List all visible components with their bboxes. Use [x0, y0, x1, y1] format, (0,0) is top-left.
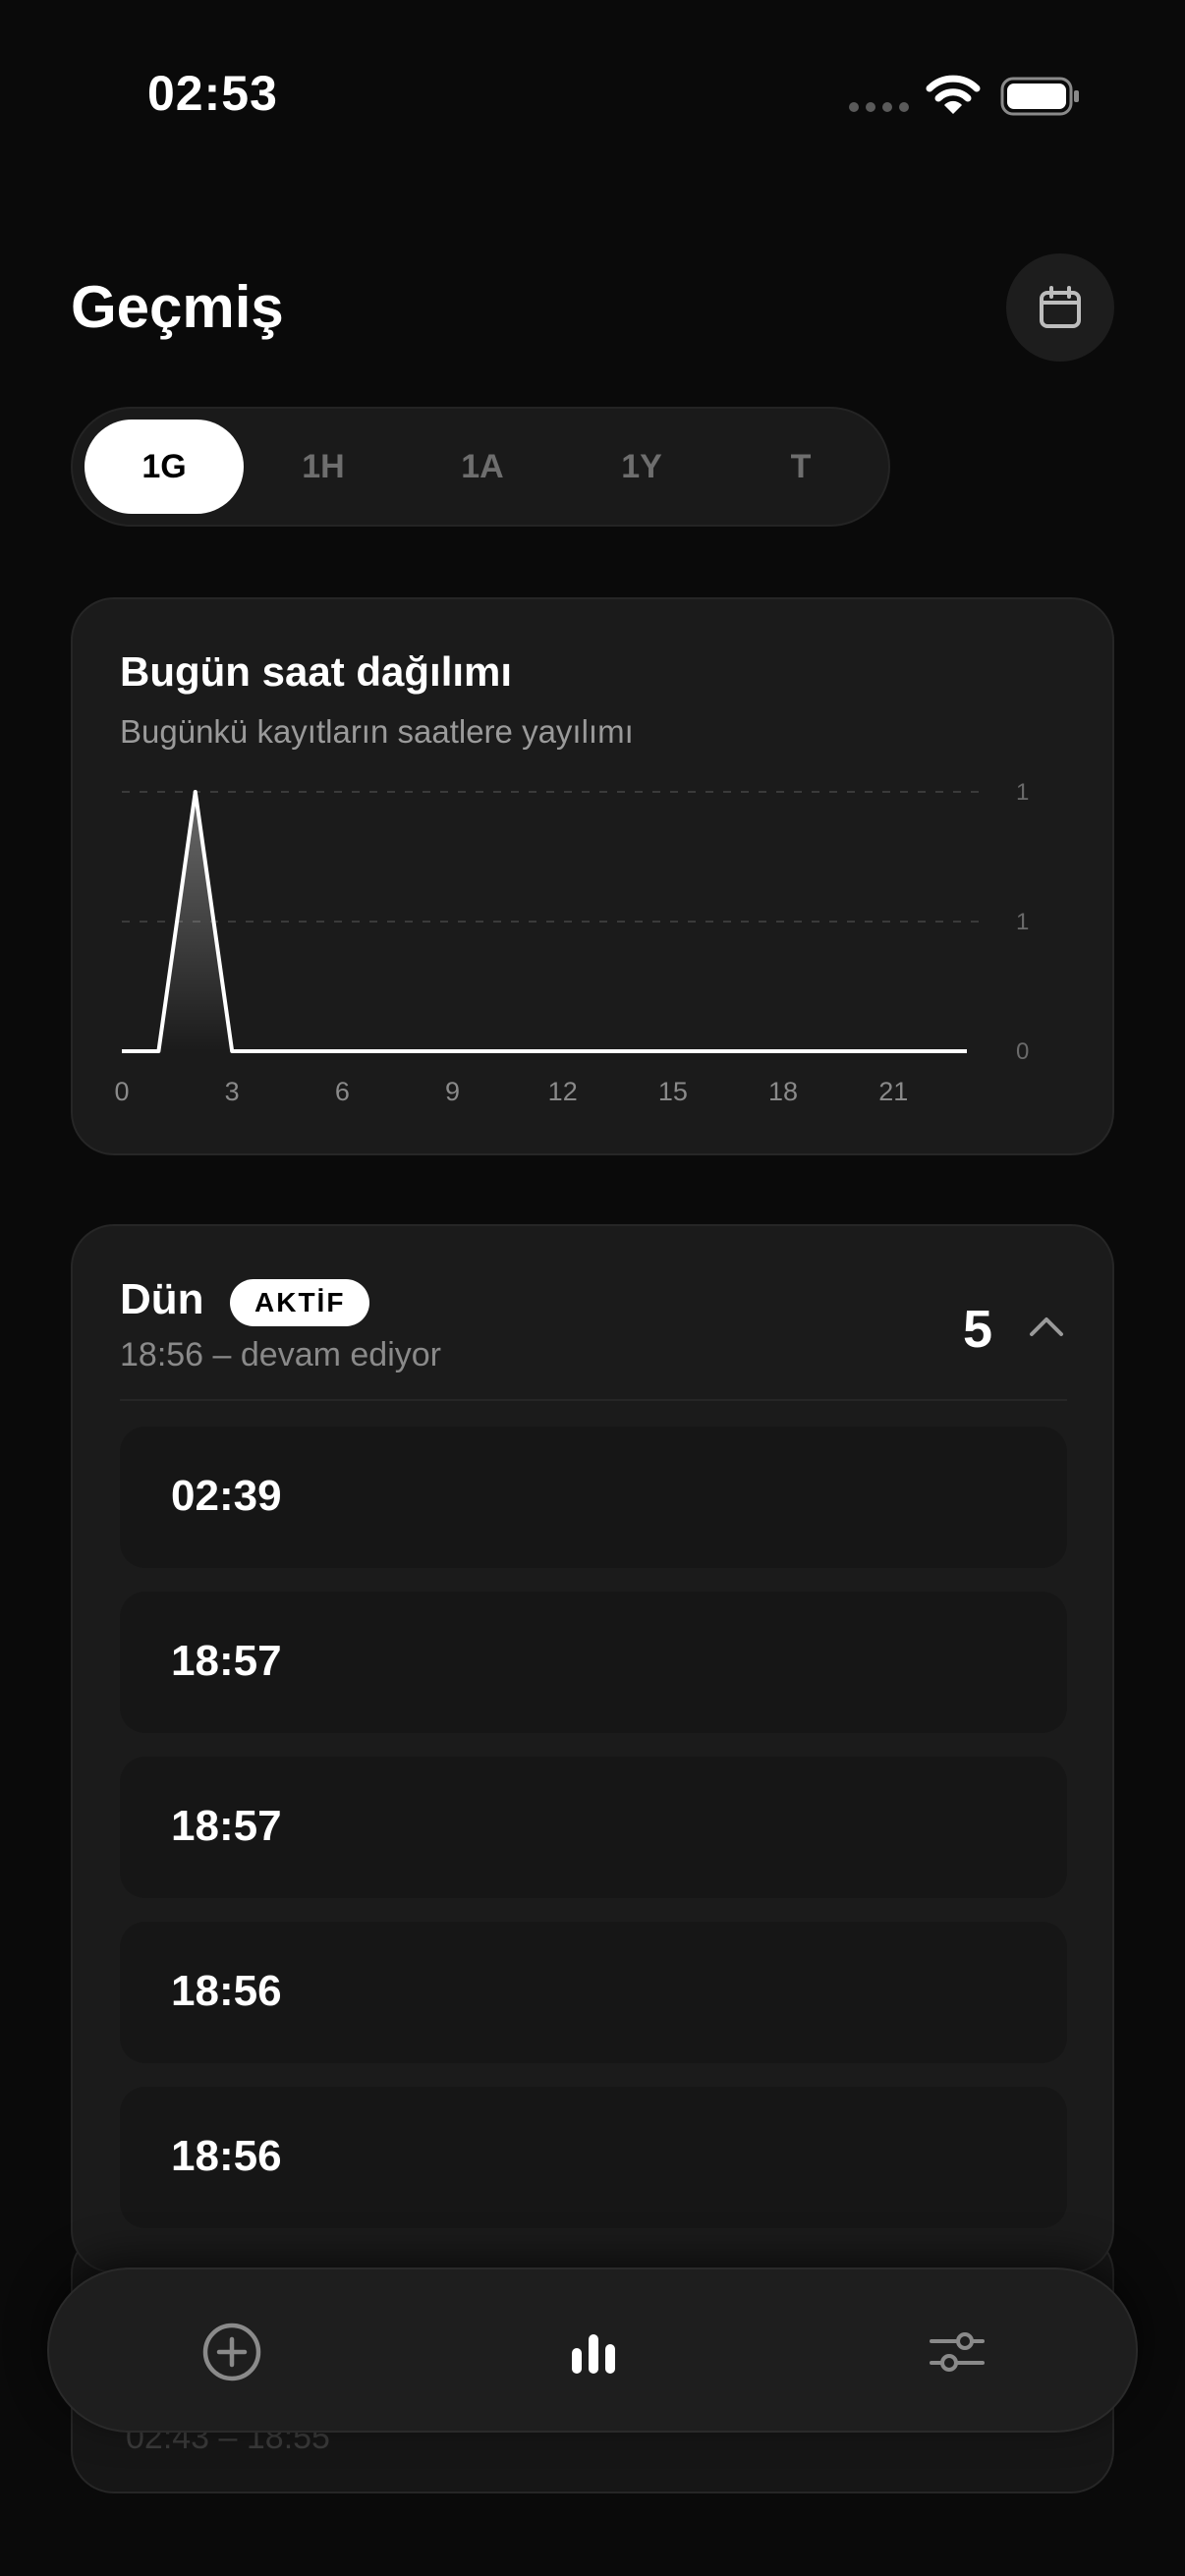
status-time: 02:53 [147, 66, 278, 121]
range-tab-t[interactable]: T [721, 420, 880, 514]
range-tab-1a[interactable]: 1A [403, 420, 562, 514]
list-item[interactable]: 18:56 [120, 1922, 1067, 2063]
y-tick-label: 0 [1016, 1038, 1029, 1065]
range-tab-1h[interactable]: 1H [244, 420, 403, 514]
day-title: Dün [120, 1275, 204, 1323]
x-tick-label: 15 [658, 1077, 688, 1106]
divider [120, 1399, 1067, 1401]
tab-add[interactable] [183, 2303, 281, 2401]
x-tick-label: 21 [878, 1077, 908, 1106]
add-circle-icon [202, 2323, 261, 2381]
list-item[interactable]: 18:57 [120, 1757, 1067, 1898]
x-tick-label: 0 [114, 1077, 129, 1106]
day-range: 18:56 – devam ediyor [120, 1336, 441, 1373]
y-tick-label: 1 [1016, 909, 1029, 935]
tab-settings[interactable] [908, 2303, 1006, 2401]
cellular-signal-icon [849, 102, 909, 112]
status-bar: 02:53 [0, 0, 1185, 196]
range-tab-1y[interactable]: 1Y [562, 420, 721, 514]
list-item[interactable]: 18:57 [120, 1592, 1067, 1733]
x-tick-label: 6 [335, 1077, 350, 1106]
hourly-distribution-card: Bugün saat dağılımı Bugünkü kayıtların s… [71, 597, 1114, 1155]
entry-time: 18:56 [171, 2132, 282, 2180]
sliders-icon [930, 2332, 985, 2372]
x-tick-label: 3 [225, 1077, 240, 1106]
day-group-card: Dün AKTİF 18:56 – devam ediyor 5 02:39 1… [71, 1224, 1114, 2273]
y-tick-label: 1 [1016, 779, 1029, 806]
battery-icon [1000, 77, 1079, 116]
entry-time: 18:57 [171, 1637, 282, 1685]
wifi-icon [926, 75, 981, 114]
entry-count: 5 [963, 1300, 993, 1359]
entry-time: 02:39 [171, 1472, 282, 1520]
tab-bar [47, 2268, 1138, 2433]
bar-chart-icon [572, 2334, 615, 2374]
x-tick-label: 9 [445, 1077, 460, 1106]
entry-time: 18:57 [171, 1802, 282, 1850]
range-segmented-control: 1G 1H 1A 1Y T [71, 407, 890, 527]
status-badge: AKTİF [230, 1279, 370, 1326]
page-title: Geçmiş [71, 274, 284, 340]
x-tick-label: 18 [768, 1077, 798, 1106]
list-item[interactable]: 18:56 [120, 2087, 1067, 2228]
entry-time: 18:56 [171, 1967, 282, 2015]
hourly-distribution-chart: 0 1 1 0 3 6 9 12 15 18 21 [114, 779, 1029, 1106]
x-tick-label: 12 [548, 1077, 578, 1106]
range-tab-1g[interactable]: 1G [85, 420, 244, 514]
chevron-up-icon[interactable] [1024, 1305, 1069, 1350]
list-item[interactable]: 02:39 [120, 1427, 1067, 1568]
tab-history[interactable] [544, 2303, 643, 2401]
calendar-button[interactable] [1006, 253, 1114, 362]
calendar-icon [1040, 286, 1081, 328]
